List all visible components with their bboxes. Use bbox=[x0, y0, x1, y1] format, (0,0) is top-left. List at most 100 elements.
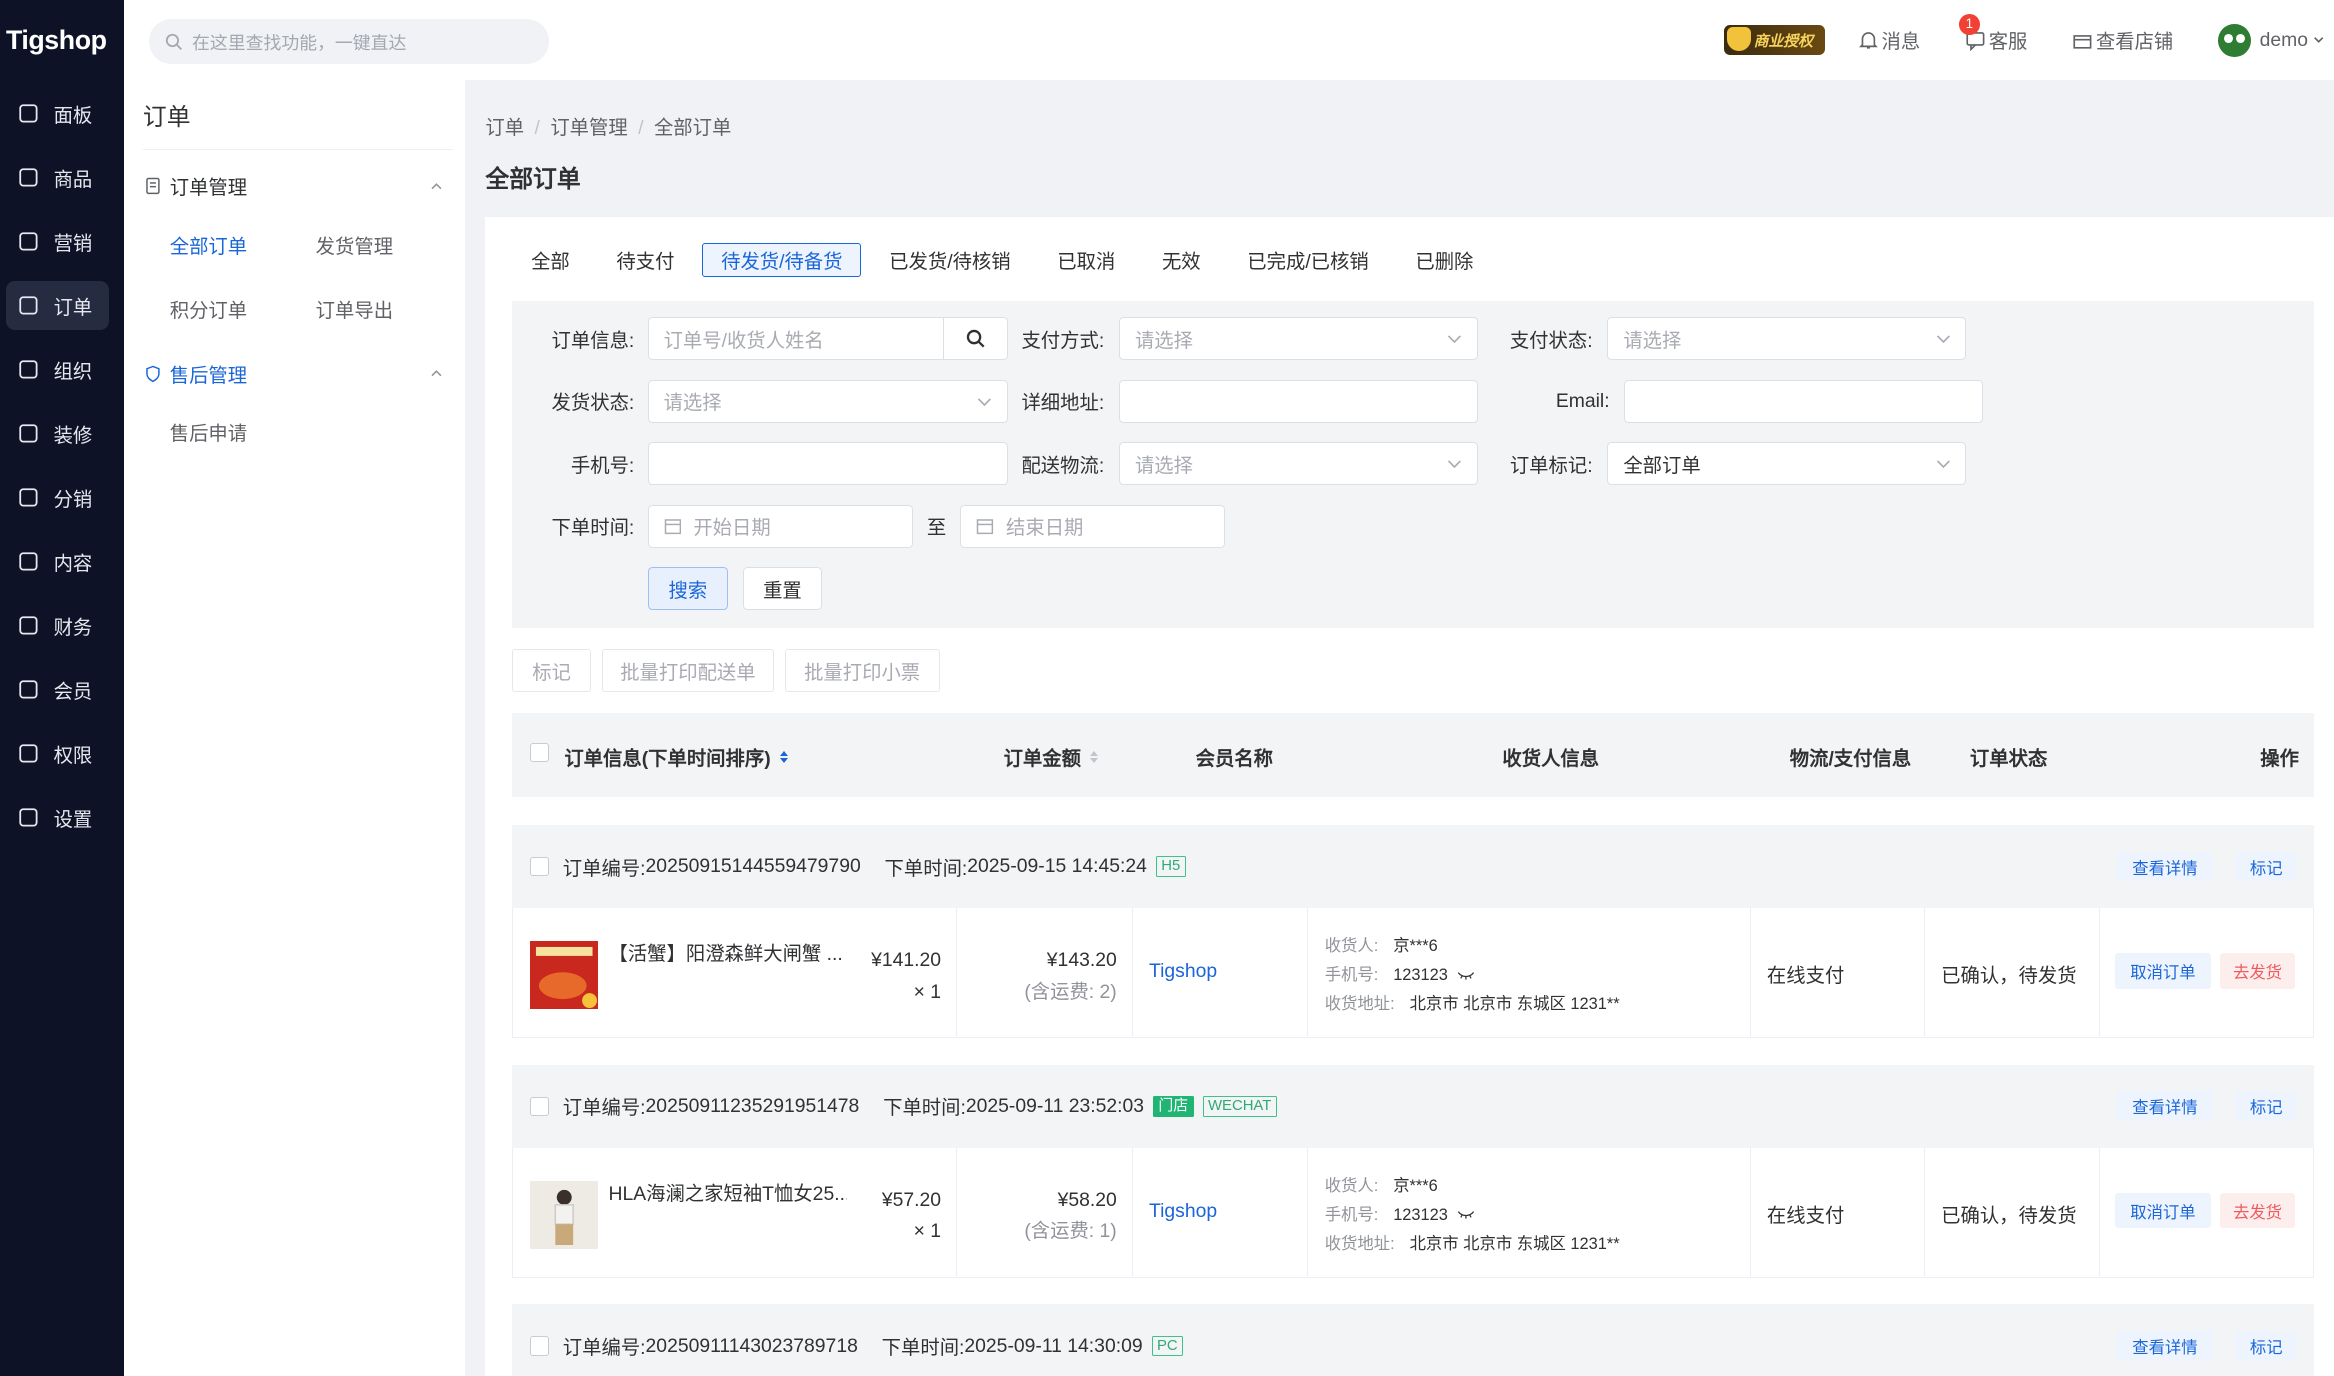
submenu-group-after-sales[interactable]: 售后管理 bbox=[144, 359, 451, 389]
search-button[interactable]: 搜索 bbox=[647, 567, 729, 611]
pay-method-select[interactable]: 请选择 bbox=[1119, 317, 1478, 361]
view-details-button[interactable]: 查看详情 bbox=[2117, 1091, 2213, 1122]
tab-1[interactable]: 待支付 bbox=[598, 243, 694, 277]
store-icon bbox=[2073, 34, 2092, 49]
pay-status-select[interactable]: 请选择 bbox=[1607, 317, 1967, 361]
order-sn-label: 订单编号: bbox=[562, 1097, 646, 1120]
main-sidebar: Tigshop 面板商品营销订单组织装修分销内容财务会员权限设置 bbox=[0, 0, 124, 1376]
cancel-order-button[interactable]: 取消订单 bbox=[2115, 952, 2211, 989]
tab-0[interactable]: 全部 bbox=[512, 243, 588, 277]
sidebar-item-2[interactable]: 营销 bbox=[6, 217, 109, 266]
sidebar-item-1[interactable]: 商品 bbox=[6, 153, 109, 202]
order-shipping: (含运费: 2) bbox=[1024, 980, 1117, 1003]
order-source-tag: PC bbox=[1151, 1335, 1184, 1357]
global-search-input[interactable]: 在这里查找功能，一键直达 bbox=[148, 19, 550, 64]
order-mark-select[interactable]: 全部订单 bbox=[1607, 442, 1967, 486]
header-order-info[interactable]: 订单信息(下单时间排序) bbox=[564, 743, 788, 771]
tab-5[interactable]: 无效 bbox=[1143, 243, 1219, 277]
phone-input[interactable] bbox=[647, 442, 1009, 486]
messages-button[interactable]: 消息 bbox=[1858, 26, 1920, 54]
sidebar-item-0[interactable]: 面板 bbox=[6, 89, 109, 138]
app-logo[interactable]: Tigshop bbox=[0, 0, 124, 80]
order-checkbox[interactable] bbox=[530, 856, 550, 877]
member-name-link[interactable]: Tigshop bbox=[1149, 960, 1217, 983]
business-license-badge[interactable]: 商业授权 bbox=[1723, 25, 1825, 56]
submenu-item-points-orders[interactable]: 积分订单 bbox=[170, 277, 316, 341]
ship-status-select[interactable]: 请选择 bbox=[647, 379, 1009, 423]
customer-service-button[interactable]: 1 客服 bbox=[1958, 14, 2027, 54]
header-amount[interactable]: 订单金额 bbox=[1004, 743, 1098, 771]
tab-4[interactable]: 已取消 bbox=[1038, 243, 1134, 277]
sidebar-item-6[interactable]: 分销 bbox=[6, 473, 109, 522]
address-input[interactable] bbox=[1119, 379, 1478, 423]
address-label: 详细地址: bbox=[1021, 392, 1105, 415]
tab-2[interactable]: 待发货/待备货 bbox=[702, 242, 862, 277]
order-checkbox[interactable] bbox=[530, 1336, 550, 1356]
sidebar-item-7[interactable]: 内容 bbox=[6, 537, 109, 586]
sidebar-item-9[interactable]: 会员 bbox=[6, 665, 109, 714]
eye-closed-icon[interactable] bbox=[1457, 1209, 1475, 1220]
sidebar-item-8[interactable]: 财务 bbox=[6, 601, 109, 650]
order-icon bbox=[19, 296, 38, 315]
sidebar-item-4[interactable]: 组织 bbox=[6, 345, 109, 394]
end-date-input[interactable]: 结束日期 bbox=[960, 504, 1226, 548]
payment-method: 在线支付 bbox=[1766, 1205, 1845, 1228]
order-checkbox[interactable] bbox=[530, 1096, 550, 1116]
view-details-button[interactable]: 查看详情 bbox=[2117, 1331, 2213, 1361]
submenu-item-all-orders[interactable]: 全部订单 bbox=[170, 213, 316, 277]
finance-icon bbox=[19, 616, 38, 635]
logistics-select[interactable]: 请选择 bbox=[1119, 442, 1478, 486]
mark-button[interactable]: 标记 bbox=[512, 649, 592, 693]
product-qty: × 1 bbox=[913, 1220, 942, 1243]
select-all-checkbox[interactable] bbox=[530, 742, 550, 763]
eye-closed-icon[interactable] bbox=[1457, 970, 1475, 980]
sidebar-item-11[interactable]: 设置 bbox=[6, 793, 109, 842]
breadcrumb-item[interactable]: 订单 bbox=[485, 117, 524, 139]
view-store-label: 查看店铺 bbox=[2095, 31, 2174, 54]
submenu-item-order-export[interactable]: 订单导出 bbox=[316, 277, 462, 341]
order-info-input[interactable]: 订单号/收货人姓名 bbox=[647, 317, 944, 361]
chevron-down-icon bbox=[1448, 335, 1462, 344]
header-member: 会员名称 bbox=[1195, 747, 1274, 770]
product-name[interactable]: HLA海澜之家短袖T恤女25... bbox=[608, 1178, 846, 1206]
tab-3[interactable]: 已发货/待核销 bbox=[870, 243, 1029, 277]
sidebar-item-label: 设置 bbox=[53, 808, 93, 831]
ship-order-button[interactable]: 去发货 bbox=[2219, 952, 2296, 989]
sidebar-item-5[interactable]: 装修 bbox=[6, 409, 109, 458]
sidebar-item-10[interactable]: 权限 bbox=[6, 729, 109, 778]
view-store-button[interactable]: 查看店铺 bbox=[2072, 26, 2173, 54]
order-time-label: 下单时间: bbox=[551, 517, 635, 540]
user-menu[interactable]: demo bbox=[2217, 23, 2326, 57]
submenu-item-after-sales-request[interactable]: 售后申请 bbox=[170, 400, 316, 464]
product-cell: 【活蟹】阳澄森鲜大闸蟹 ... ¥141.20 × 1 bbox=[513, 908, 957, 1037]
submenu-group-order-management[interactable]: 订单管理 bbox=[144, 171, 451, 201]
member-name-link[interactable]: Tigshop bbox=[1149, 1200, 1217, 1223]
reset-button[interactable]: 重置 bbox=[742, 567, 822, 611]
header-status: 订单状态 bbox=[1969, 747, 2048, 770]
sidebar-item-label: 权限 bbox=[53, 744, 93, 767]
mark-order-button[interactable]: 标记 bbox=[2234, 1091, 2298, 1122]
sidebar-item-3[interactable]: 订单 bbox=[5, 281, 109, 331]
product-name[interactable]: 【活蟹】阳澄森鲜大闸蟹 ... bbox=[608, 938, 846, 966]
view-details-button[interactable]: 查看详情 bbox=[2117, 851, 2213, 882]
filter-panel: 订单信息: 订单号/收货人姓名 支付方式: 请选择 支付状态: 请选择 发货状态… bbox=[512, 300, 2314, 629]
ship-order-button[interactable]: 去发货 bbox=[2219, 1192, 2296, 1229]
breadcrumb-item[interactable]: 订单管理 bbox=[550, 117, 627, 139]
batch-print-receipt-button[interactable]: 批量打印小票 bbox=[784, 649, 940, 693]
mark-order-button[interactable]: 标记 bbox=[2234, 851, 2298, 882]
email-input[interactable] bbox=[1624, 379, 1984, 423]
start-date-placeholder: 开始日期 bbox=[693, 517, 771, 540]
order-row: HLA海澜之家短袖T恤女25... ¥57.20 × 1 ¥58.20 (含运费: 1)… bbox=[512, 1147, 2314, 1278]
cancel-order-button[interactable]: 取消订单 bbox=[2115, 1192, 2211, 1229]
tab-7[interactable]: 已删除 bbox=[1397, 243, 1493, 277]
breadcrumb: 订单 / 订单管理 / 全部订单 bbox=[485, 112, 731, 140]
mark-order-button[interactable]: 标记 bbox=[2234, 1331, 2298, 1361]
submenu-title: 订单 bbox=[142, 80, 453, 151]
start-date-input[interactable]: 开始日期 bbox=[647, 504, 913, 548]
batch-print-delivery-button[interactable]: 批量打印配送单 bbox=[601, 649, 775, 693]
tab-6[interactable]: 已完成/已核销 bbox=[1228, 243, 1387, 277]
brush-icon bbox=[19, 424, 38, 443]
product-thumbnail bbox=[529, 941, 599, 1010]
order-search-button[interactable] bbox=[943, 317, 1008, 361]
submenu-item-shipping[interactable]: 发货管理 bbox=[316, 213, 462, 277]
